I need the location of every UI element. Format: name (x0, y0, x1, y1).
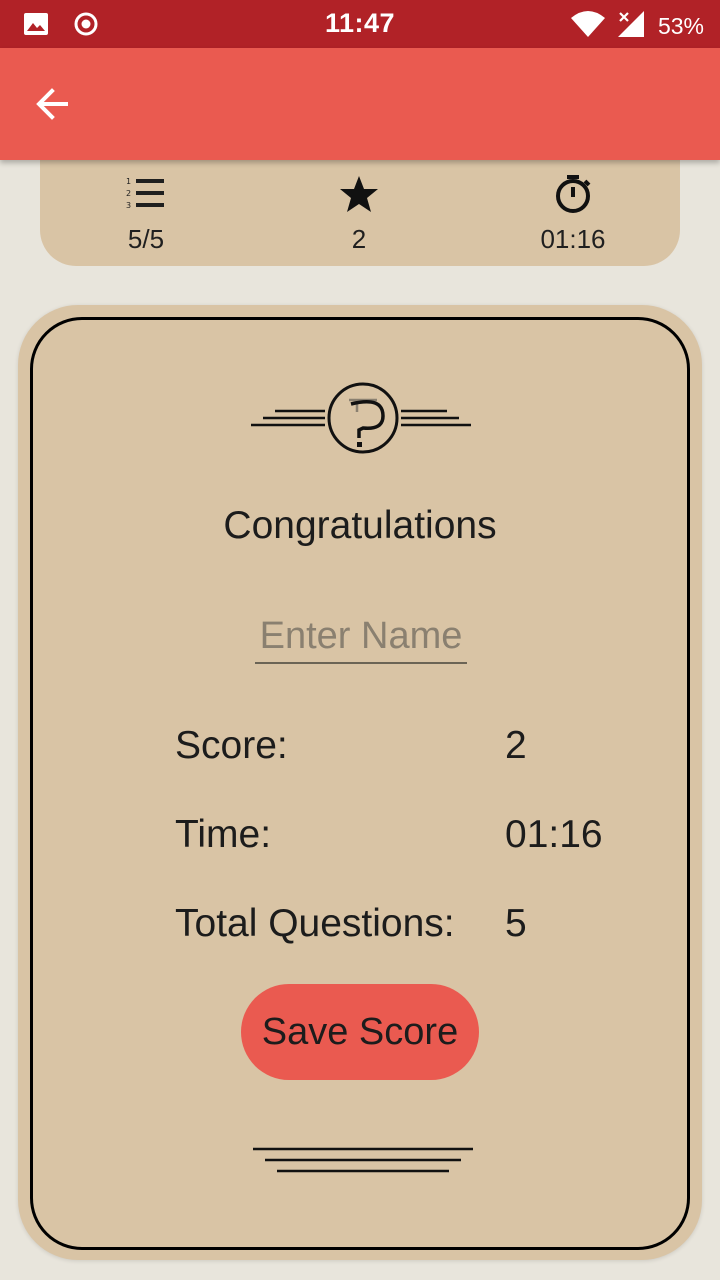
timer-value: 01:16 (540, 224, 606, 254)
star-icon (340, 176, 378, 212)
questions-stat: 1 2 3 5/5 (86, 160, 206, 266)
decorative-lines (253, 1147, 473, 1173)
save-score-button[interactable]: Save Score (241, 984, 479, 1080)
timer-stat: 01:16 (513, 160, 633, 266)
score-row: Score: 2 (175, 724, 635, 774)
quiz-logo-icon (251, 382, 471, 454)
signal-icon (616, 10, 648, 43)
time-label: Time: (175, 813, 272, 856)
back-button[interactable] (30, 84, 74, 124)
result-card: Congratulations Score: 2 Time: 01:16 Tot… (18, 305, 702, 1260)
numbered-list-icon: 1 2 3 (126, 177, 164, 210)
time-row: Time: 01:16 (175, 813, 635, 863)
score-value: 2 (351, 224, 367, 254)
result-card-frame: Congratulations Score: 2 Time: 01:16 Tot… (30, 317, 690, 1250)
congratulations-heading: Congratulations (223, 504, 497, 547)
total-questions-result: 5 (505, 902, 527, 945)
status-bar: 11:47 53% (0, 0, 720, 48)
score-label: Score: (175, 724, 288, 767)
quiz-stats-bar: 1 2 3 5/5 2 01:16 (40, 160, 680, 266)
score-stat: 2 (299, 160, 419, 266)
questions-value: 5/5 (127, 224, 165, 254)
battery-percentage: 53% (657, 13, 704, 39)
wifi-icon (570, 10, 606, 43)
name-input[interactable] (255, 610, 467, 664)
arrow-left-icon (36, 88, 68, 120)
total-questions-label: Total Questions: (175, 902, 455, 945)
svg-text:2: 2 (126, 189, 131, 198)
svg-text:3: 3 (126, 201, 131, 210)
app-bar (0, 48, 720, 160)
time-result: 01:16 (505, 813, 603, 856)
score-result: 2 (505, 724, 527, 767)
stopwatch-icon (556, 175, 591, 213)
total-questions-row: Total Questions: 5 (175, 902, 635, 952)
svg-text:1: 1 (126, 177, 131, 186)
